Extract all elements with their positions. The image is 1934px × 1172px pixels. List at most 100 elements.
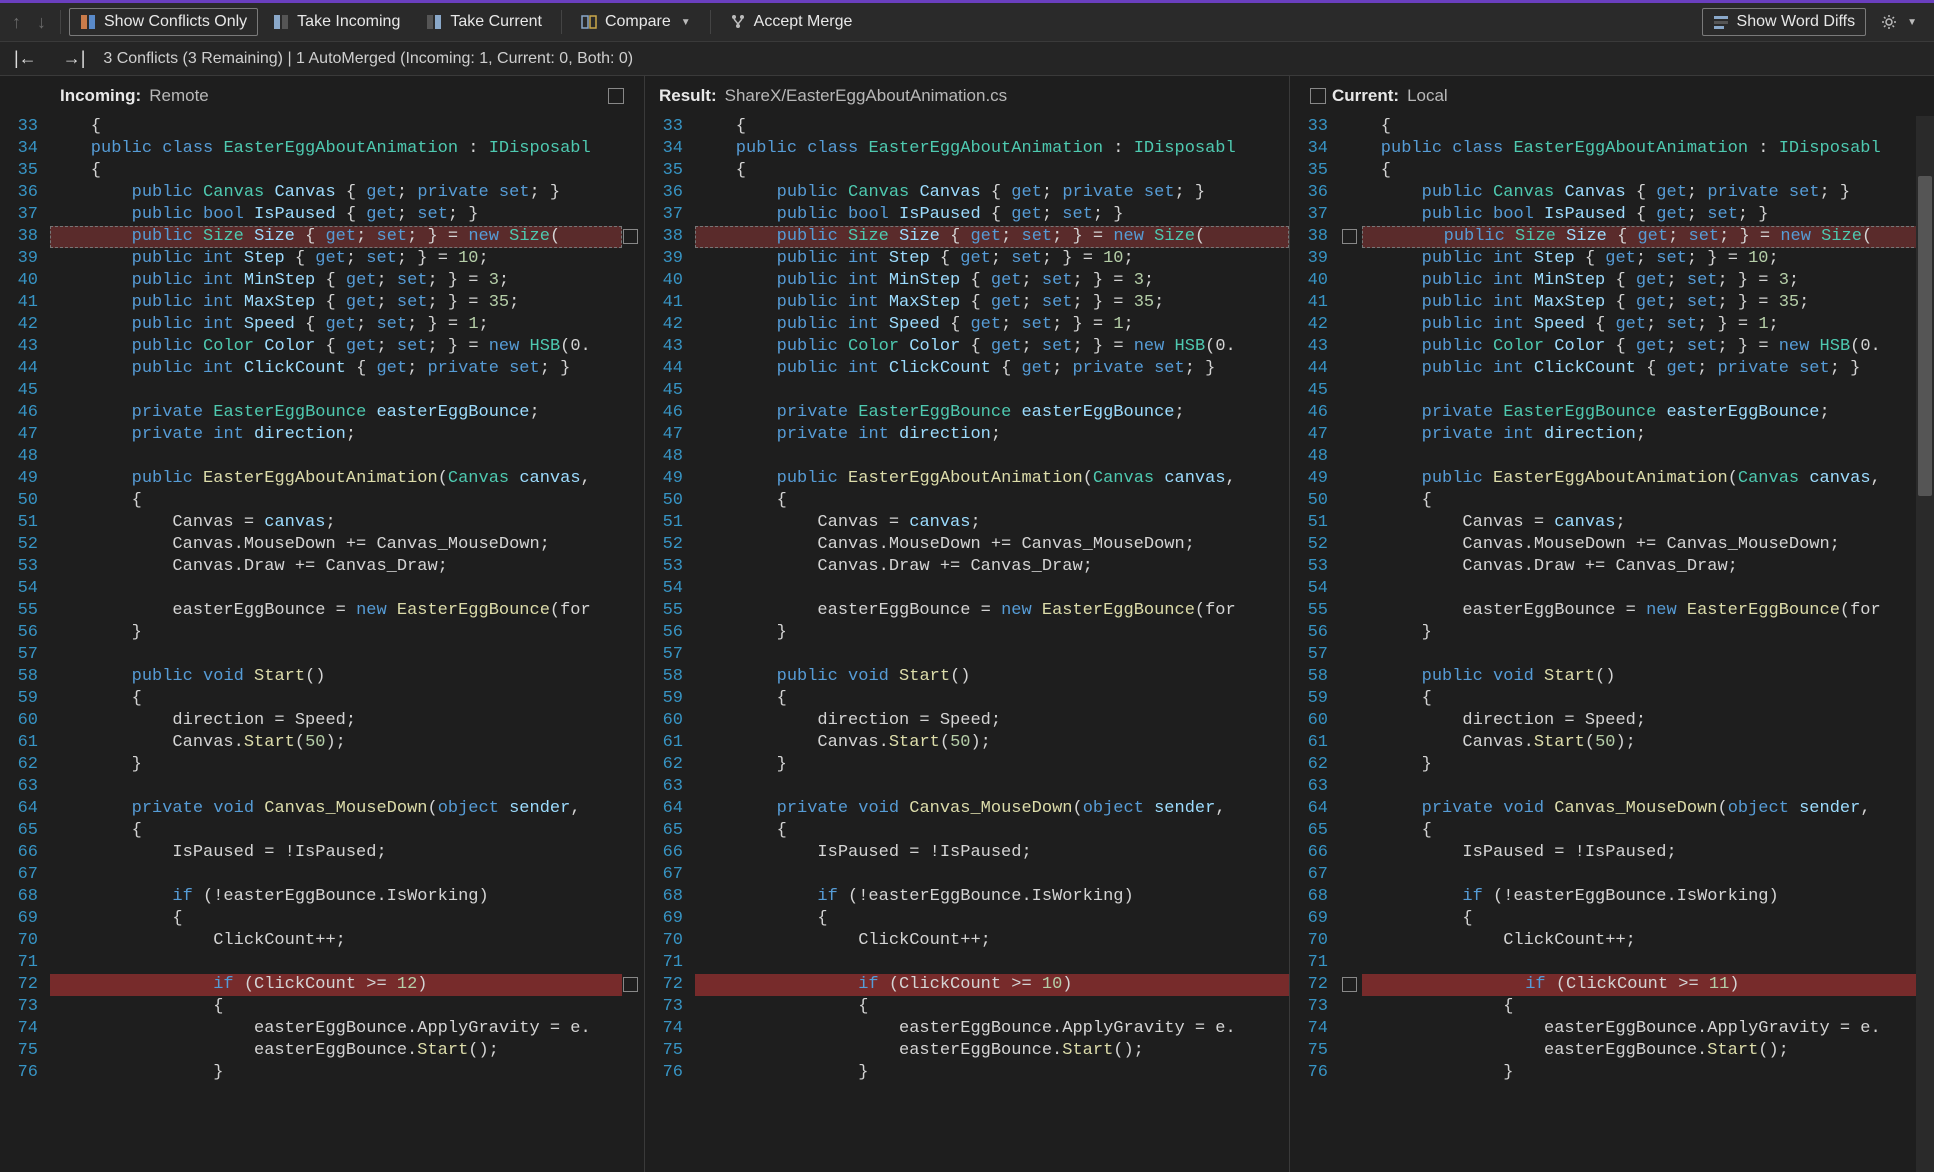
line-number: 60 [645,710,695,732]
line-number: 51 [645,512,695,534]
code-line: 61 Canvas.Start(50); [0,732,644,754]
line-number: 34 [0,138,50,160]
line-number: 42 [1290,314,1340,336]
line-number: 36 [1290,182,1340,204]
conflicts-icon [80,14,96,30]
first-conflict-button[interactable]: |← [6,46,45,71]
code-line: 53 Canvas.Draw += Canvas_Draw; [645,556,1289,578]
code-text [50,446,644,468]
code-text: if (ClickCount >= 10) [695,974,1289,996]
line-number: 66 [0,842,50,864]
line-number: 73 [0,996,50,1018]
code-line: 37 public bool IsPaused { get; set; } [0,204,644,226]
code-line: 64 private void Canvas_MouseDown(object … [645,798,1289,820]
accept-merge-icon [730,14,746,30]
line-number: 43 [1290,336,1340,358]
code-text: public int Step { get; set; } = 10; [50,248,644,270]
code-line: 72 if (ClickCount >= 11) [1290,974,1934,996]
line-number: 65 [0,820,50,842]
code-text: easterEggBounce.Start(); [50,1040,644,1062]
line-number: 38 [645,226,695,248]
code-line: 57 [1290,644,1934,666]
code-text [1340,644,1934,666]
code-text: Canvas.Draw += Canvas_Draw; [1340,556,1934,578]
code-text: ClickCount++; [1340,930,1934,952]
code-line: 50 { [1290,490,1934,512]
line-number: 69 [645,908,695,930]
take-current-button[interactable]: Take Current [415,8,553,36]
pane-current: Current: Local 33 {34 public class Easte… [1290,76,1934,1172]
show-conflicts-only-button[interactable]: Show Conflicts Only [69,8,258,36]
code-result[interactable]: 33 {34 public class EasterEggAboutAnimat… [645,116,1289,1172]
code-text: { [50,996,644,1018]
line-number: 56 [645,622,695,644]
line-number: 53 [0,556,50,578]
code-line: 59 { [0,688,644,710]
line-number: 75 [645,1040,695,1062]
code-text: { [695,996,1289,1018]
conflict-checkbox[interactable] [1342,977,1357,992]
code-text: public int MinStep { get; set; } = 3; [1340,270,1934,292]
line-number: 37 [645,204,695,226]
code-line: 70 ClickCount++; [0,930,644,952]
line-number: 66 [645,842,695,864]
line-number: 51 [0,512,50,534]
line-number: 50 [645,490,695,512]
settings-button[interactable]: ▼ [1870,9,1928,35]
pane-current-checkbox[interactable] [1310,88,1326,104]
pane-incoming-label: Incoming: [60,86,141,106]
code-text [50,776,644,798]
line-number: 67 [0,864,50,886]
code-line: 76 } [645,1062,1289,1084]
last-conflict-button[interactable]: →| [55,46,94,71]
code-text [50,644,644,666]
code-line: 70 ClickCount++; [645,930,1289,952]
line-number: 39 [0,248,50,270]
pane-incoming-checkbox[interactable] [608,88,624,104]
code-line: 60 direction = Speed; [1290,710,1934,732]
accept-merge-button[interactable]: Accept Merge [719,8,864,36]
line-number: 76 [0,1062,50,1084]
accept-merge-label: Accept Merge [754,13,853,31]
vertical-scrollbar[interactable] [1916,116,1934,1172]
take-incoming-button[interactable]: Take Incoming [262,8,411,36]
code-line: 51 Canvas = canvas; [645,512,1289,534]
code-text: { [1340,116,1934,138]
line-number: 55 [0,600,50,622]
code-line: 57 [645,644,1289,666]
code-current[interactable]: 33 {34 public class EasterEggAboutAnimat… [1290,116,1934,1172]
code-text: Canvas.MouseDown += Canvas_MouseDown; [1340,534,1934,556]
line-number: 74 [1290,1018,1340,1040]
code-line: 64 private void Canvas_MouseDown(object … [0,798,644,820]
line-number: 65 [1290,820,1340,842]
line-number: 41 [0,292,50,314]
code-text: private int direction; [1340,424,1934,446]
code-text: { [1340,490,1934,512]
code-line: 71 [645,952,1289,974]
code-line: 58 public void Start() [0,666,644,688]
code-line: 45 [1290,380,1934,402]
line-number: 37 [1290,204,1340,226]
compare-button[interactable]: Compare ▼ [570,8,702,36]
code-line: 63 [0,776,644,798]
show-word-diffs-button[interactable]: Show Word Diffs [1702,8,1867,36]
code-incoming[interactable]: 33 {34 public class EasterEggAboutAnimat… [0,116,644,1172]
code-text: { [1340,160,1934,182]
line-number: 55 [645,600,695,622]
conflict-checkbox[interactable] [623,977,638,992]
pane-current-header: Current: Local [1290,76,1934,116]
line-number: 75 [1290,1040,1340,1062]
nav-down-icon[interactable]: ↓ [31,8,52,37]
conflict-checkbox[interactable] [1342,229,1357,244]
line-number: 35 [0,160,50,182]
code-line: 41 public int MaxStep { get; set; } = 35… [0,292,644,314]
nav-up-icon[interactable]: ↑ [6,8,27,37]
line-number: 33 [645,116,695,138]
code-line: 44 public int ClickCount { get; private … [645,358,1289,380]
code-line: 71 [1290,952,1934,974]
conflict-checkbox[interactable] [623,229,638,244]
line-number: 33 [1290,116,1340,138]
line-number: 69 [0,908,50,930]
scrollbar-thumb[interactable] [1918,176,1932,496]
take-incoming-icon [273,14,289,30]
